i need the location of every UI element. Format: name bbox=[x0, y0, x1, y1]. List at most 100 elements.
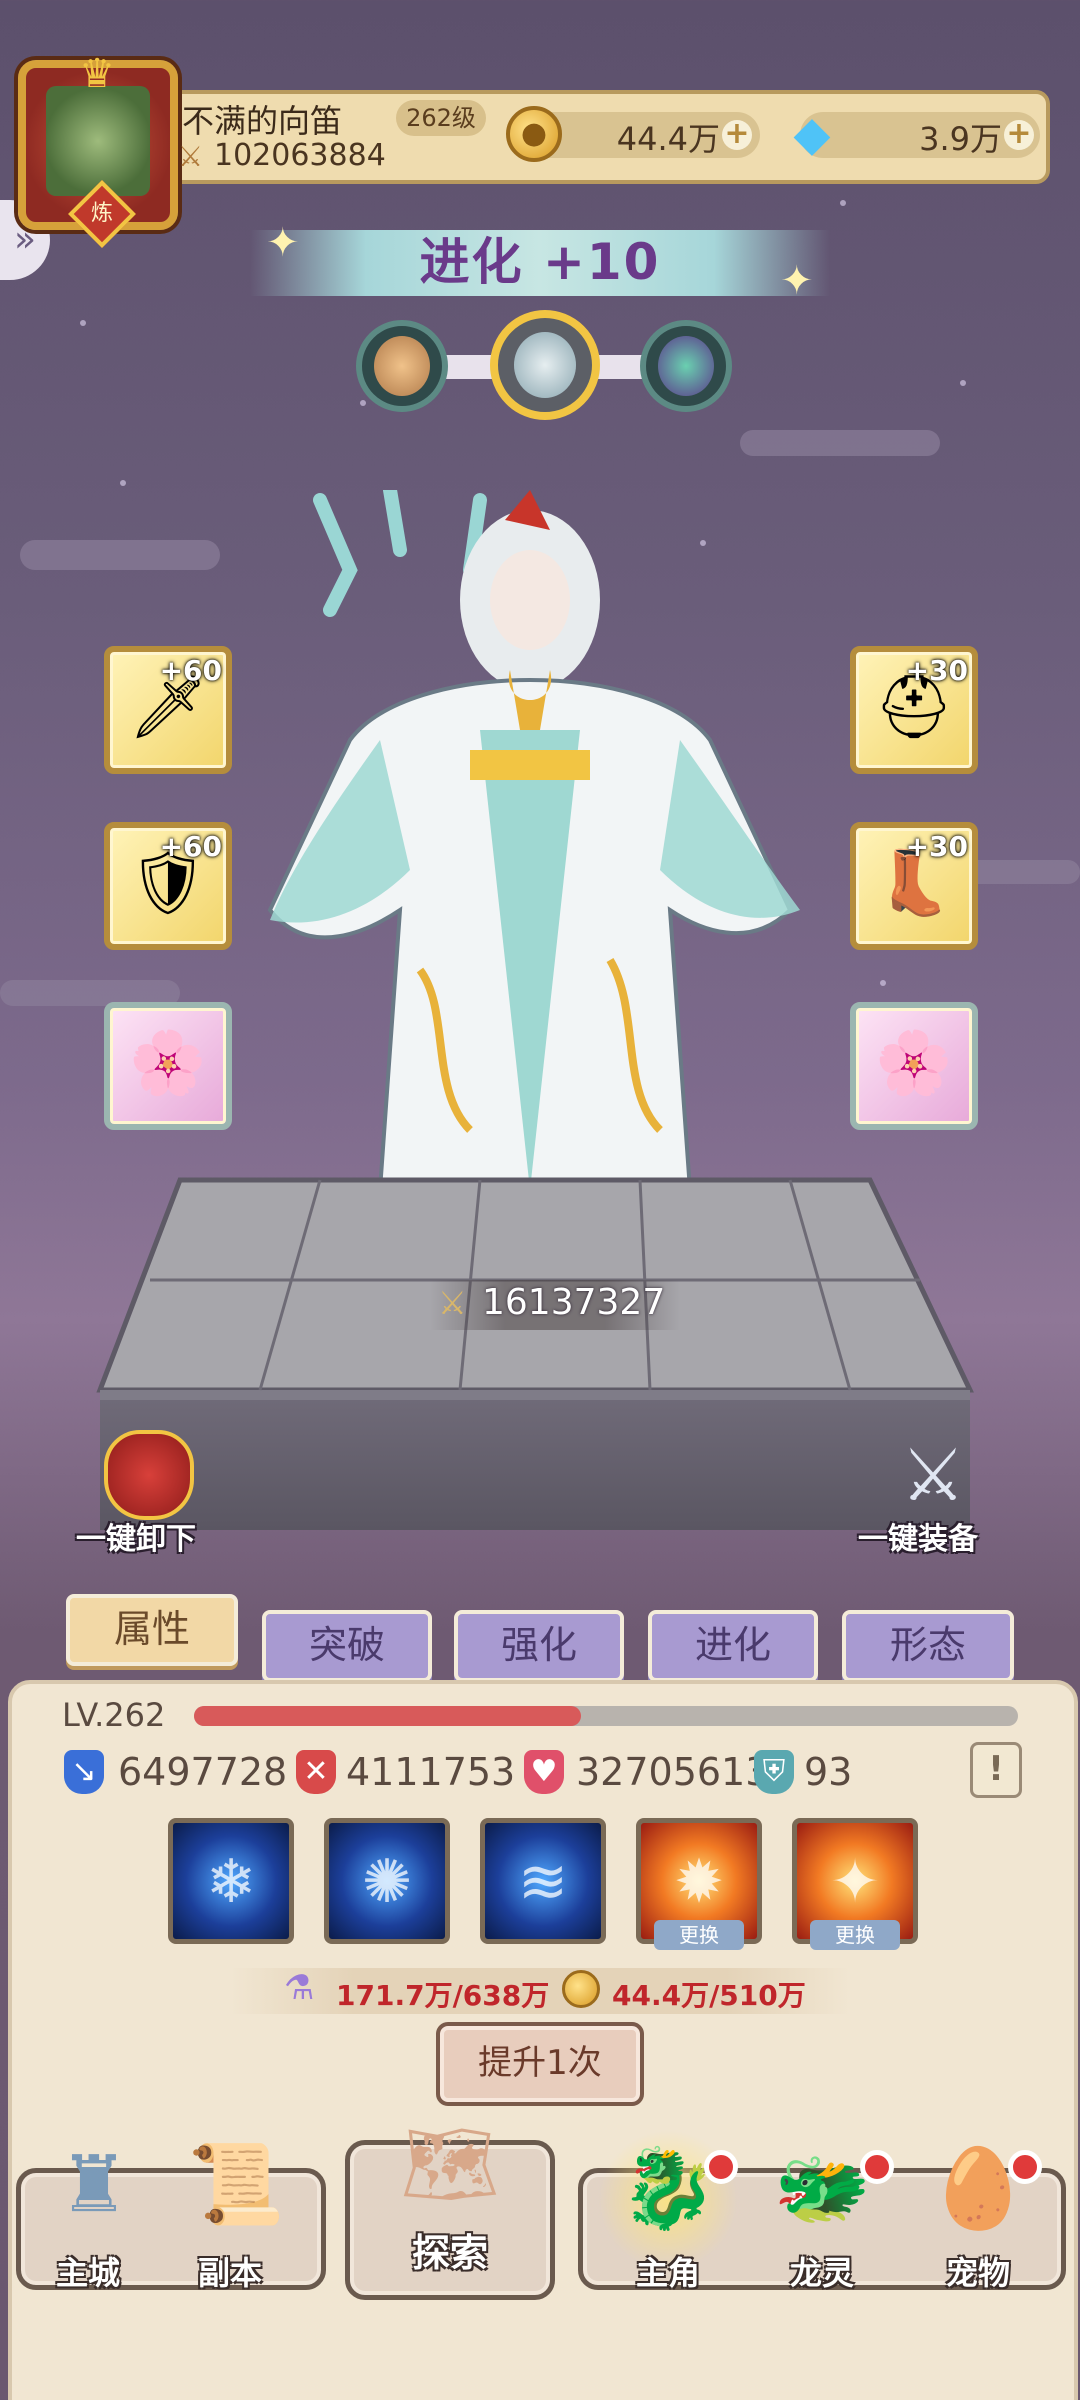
equip-slot-armor[interactable]: 🛡 +60 bbox=[104, 822, 232, 950]
xp-bar bbox=[194, 1706, 1018, 1726]
diamond-amount: 3.9万 bbox=[919, 120, 1002, 158]
nav-dungeon[interactable]: 📜 副本 bbox=[172, 2130, 302, 2300]
notification-dot bbox=[1008, 2150, 1042, 2184]
notification-dot bbox=[704, 2150, 738, 2184]
star bbox=[120, 480, 126, 486]
star bbox=[960, 380, 966, 386]
fire-skill-icon: ✹ bbox=[673, 1847, 725, 1917]
evolution-title: 进化 +10 bbox=[419, 233, 661, 291]
refine-badge-label: 炼 bbox=[90, 201, 113, 226]
nav-hero-label: 主角 bbox=[636, 2254, 701, 2292]
tab-attributes[interactable]: 属性 bbox=[66, 1594, 238, 1666]
castle-icon: ♜ bbox=[59, 2140, 129, 2230]
gold-cost: 44.4万/510万 bbox=[612, 1979, 806, 2012]
combat-power-icon: ⚔ bbox=[438, 1284, 467, 1322]
cloud bbox=[20, 540, 220, 570]
treasure-map-icon: 🗺 bbox=[400, 2120, 500, 2210]
gold-coin-icon bbox=[562, 1970, 600, 2008]
unequip-all-button[interactable]: 一键卸下 bbox=[76, 1430, 236, 1560]
enhance-level: +60 bbox=[159, 654, 222, 687]
form-slot-3[interactable] bbox=[640, 320, 732, 412]
avatar-portrait bbox=[46, 86, 150, 196]
nav-hero[interactable]: 🐉 主角 bbox=[598, 2130, 738, 2300]
equip-slot-boots[interactable]: 👢 +30 bbox=[850, 822, 978, 950]
attack-icon: ↘ bbox=[64, 1750, 104, 1794]
skill-slot-3[interactable]: ≋ bbox=[480, 1818, 606, 1944]
equip-all-button[interactable]: ⚔ 一键装备 bbox=[858, 1430, 1018, 1560]
dragon-head-icon: 🐲 bbox=[773, 2144, 871, 2234]
nav-pet-label: 宠物 bbox=[946, 2254, 1011, 2292]
hero-character bbox=[267, 490, 800, 1192]
star bbox=[360, 400, 366, 406]
swap-skill-button[interactable]: 更换 bbox=[654, 1920, 744, 1950]
tab-enhance[interactable]: 强化 bbox=[454, 1610, 624, 1682]
ice-skill-icon: ✺ bbox=[361, 1847, 413, 1917]
sparkle-icon: ✦ bbox=[780, 258, 814, 304]
star bbox=[80, 320, 86, 326]
sparkle-icon: ✦ bbox=[266, 220, 300, 266]
enhance-level: +30 bbox=[905, 654, 968, 687]
skill-slot-2[interactable]: ✺ bbox=[324, 1818, 450, 1944]
phoenix-skill-icon: ✦ bbox=[829, 1847, 881, 1917]
add-gold-button[interactable]: + bbox=[722, 119, 752, 150]
diamond-icon: ◆ bbox=[793, 106, 831, 162]
treasure-bag-icon bbox=[104, 1430, 194, 1520]
extra-stat-value: 93 bbox=[804, 1750, 853, 1794]
equip-slot-weapon[interactable]: 🗡 +60 bbox=[104, 646, 232, 774]
star bbox=[880, 980, 886, 986]
nav-dragon-label: 龙灵 bbox=[790, 2254, 855, 2292]
notification-dot bbox=[860, 2150, 894, 2184]
shield-icon: ⛨ bbox=[754, 1750, 794, 1794]
hero-portrait bbox=[658, 336, 714, 396]
cloud bbox=[740, 430, 940, 456]
hero-portrait bbox=[374, 336, 430, 396]
hero-level-label: LV.262 bbox=[62, 1696, 166, 1734]
form-slot-2-selected[interactable] bbox=[490, 310, 600, 420]
star bbox=[840, 200, 846, 206]
swap-skill-button[interactable]: 更换 bbox=[810, 1920, 900, 1950]
add-diamond-button[interactable]: + bbox=[1004, 119, 1034, 150]
tab-form[interactable]: 形态 bbox=[842, 1610, 1014, 1682]
tab-evolution[interactable]: 进化 bbox=[648, 1610, 818, 1682]
nav-dragon-spirit[interactable]: 🐲 龙灵 bbox=[752, 2130, 894, 2300]
nav-city[interactable]: ♜ 主城 bbox=[30, 2130, 160, 2300]
scroll-book-icon: 📜 bbox=[187, 2140, 285, 2230]
combat-power-value: 16137327 bbox=[482, 1282, 666, 1323]
wing-gem-icon: 🌸 bbox=[875, 1026, 953, 1099]
material-cost: 171.7万/638万 bbox=[336, 1979, 550, 2012]
defense-icon: ✕ bbox=[296, 1750, 336, 1794]
player-power: 102063884 bbox=[214, 138, 386, 173]
player-name: 不满的向笛 bbox=[182, 102, 343, 140]
equip-slot-accessory-right[interactable]: 🌸 bbox=[850, 1002, 978, 1130]
stat-details-button[interactable]: ! bbox=[970, 1742, 1022, 1798]
defense-value: 4111753 bbox=[346, 1750, 516, 1794]
form-slot-1[interactable] bbox=[356, 320, 448, 412]
xp-bar-fill bbox=[194, 1706, 582, 1726]
enhance-level: +30 bbox=[905, 830, 968, 863]
ice-dragon-skill-icon: ≋ bbox=[517, 1847, 569, 1917]
equip-slot-helmet[interactable]: ⛑ +30 bbox=[850, 646, 978, 774]
hero-portrait bbox=[514, 332, 576, 398]
tab-breakthrough[interactable]: 突破 bbox=[262, 1610, 432, 1682]
skill-slot-1[interactable]: ❄ bbox=[168, 1818, 294, 1944]
gold-amount: 44.4万 bbox=[616, 120, 720, 158]
nav-explore-label: 探索 bbox=[412, 2231, 489, 2275]
crossed-swords-icon: ⚔ bbox=[900, 1433, 966, 1517]
hero-dragon-icon: 🐉 bbox=[619, 2144, 717, 2234]
nav-pet[interactable]: 🥚 宠物 bbox=[908, 2130, 1048, 2300]
evolution-material-icon: ⚗ bbox=[284, 1968, 315, 2008]
power-icon: ⚔ bbox=[178, 140, 204, 173]
hp-icon: ♥ bbox=[524, 1750, 564, 1794]
player-level-badge: 262级 bbox=[396, 100, 486, 136]
unequip-all-label: 一键卸下 bbox=[76, 1522, 196, 1557]
attack-value: 6497728 bbox=[118, 1750, 288, 1794]
nav-dungeon-label: 副本 bbox=[198, 2254, 263, 2292]
gold-coin-icon: ● bbox=[506, 106, 562, 162]
ice-skill-icon: ❄ bbox=[205, 1847, 257, 1917]
nav-explore[interactable]: 🗺 探索 bbox=[360, 2110, 540, 2290]
equip-slot-accessory-left[interactable]: 🌸 bbox=[104, 1002, 232, 1130]
enhance-level: +60 bbox=[159, 830, 222, 863]
hp-value: 32705613 bbox=[576, 1750, 770, 1794]
upgrade-once-button[interactable]: 提升1次 bbox=[436, 2022, 644, 2106]
crown-icon: ♛ bbox=[79, 51, 115, 97]
